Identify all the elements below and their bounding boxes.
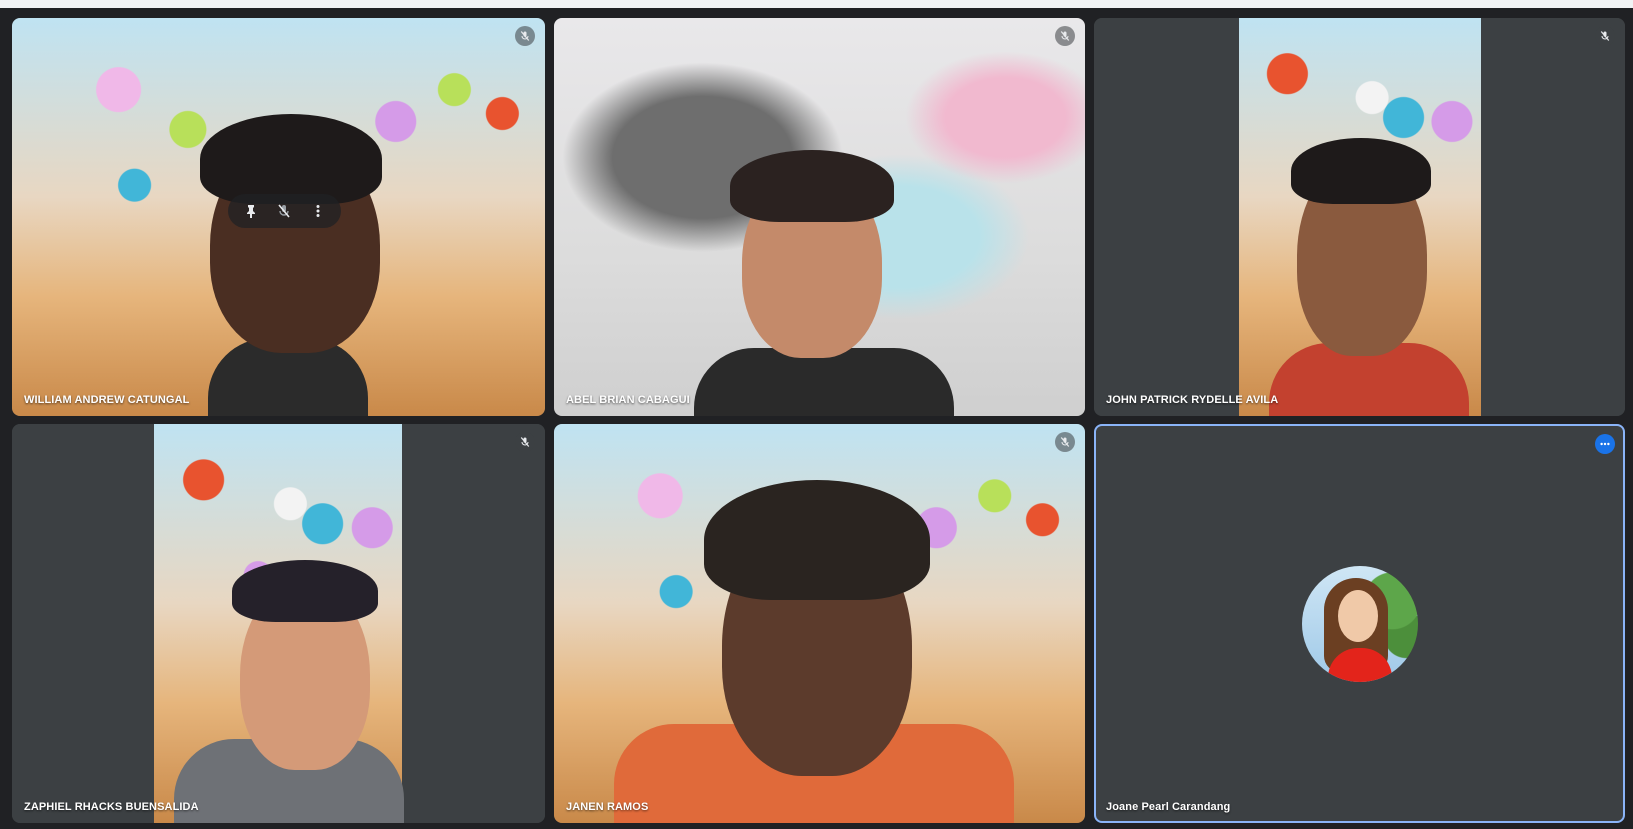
- avatar-face: [1337, 589, 1378, 642]
- participant-tile-4[interactable]: ZAPHIEL RHACKS BUENSALIDA: [12, 424, 545, 823]
- participant-tile-6[interactable]: Joane Pearl Carandang: [1094, 424, 1625, 823]
- muted-mic-icon: [1055, 432, 1075, 452]
- participant-name: Joane Pearl Carandang: [1106, 801, 1231, 813]
- muted-mic-icon: [1595, 26, 1615, 46]
- muted-mic-icon: [515, 26, 535, 46]
- participant-hair: [704, 480, 930, 600]
- participant-video: [12, 424, 545, 823]
- video-frame: [154, 424, 404, 823]
- participant-video: [554, 18, 1085, 416]
- avatar: [1301, 565, 1418, 682]
- participant-video: [1094, 18, 1625, 416]
- participant-hair: [1291, 138, 1431, 204]
- participant-hair: [200, 114, 382, 204]
- meeting-video-grid: WILLIAM ANDREW CATUNGAL ABEL BRIAN CABAG…: [0, 8, 1633, 829]
- participant-name: JANEN RAMOS: [566, 801, 649, 813]
- participant-name: ZAPHIEL RHACKS BUENSALIDA: [24, 801, 199, 813]
- muted-mic-icon: [515, 432, 535, 452]
- participant-tile-2[interactable]: ABEL BRIAN CABAGUI: [554, 18, 1085, 416]
- participant-tile-5[interactable]: JANEN RAMOS: [554, 424, 1085, 823]
- participant-tile-3[interactable]: JOHN PATRICK RYDELLE AVILA: [1094, 18, 1625, 416]
- more-vert-icon[interactable]: [306, 199, 330, 223]
- browser-top-strip: [0, 0, 1633, 8]
- participant-tile-1[interactable]: WILLIAM ANDREW CATUNGAL: [12, 18, 545, 416]
- participant-name: ABEL BRIAN CABAGUI: [566, 394, 690, 406]
- tile-hover-controls: [228, 194, 341, 228]
- participant-body: [694, 348, 954, 416]
- participant-hair: [232, 560, 378, 622]
- participant-video: [554, 424, 1085, 823]
- muted-mic-icon: [1055, 26, 1075, 46]
- pin-icon[interactable]: [239, 199, 263, 223]
- video-frame: [1239, 18, 1481, 416]
- participant-name: JOHN PATRICK RYDELLE AVILA: [1106, 394, 1279, 406]
- more-options-icon[interactable]: [1595, 434, 1615, 454]
- mute-icon[interactable]: [272, 199, 296, 223]
- participant-name: WILLIAM ANDREW CATUNGAL: [24, 394, 190, 406]
- participant-hair: [730, 150, 894, 222]
